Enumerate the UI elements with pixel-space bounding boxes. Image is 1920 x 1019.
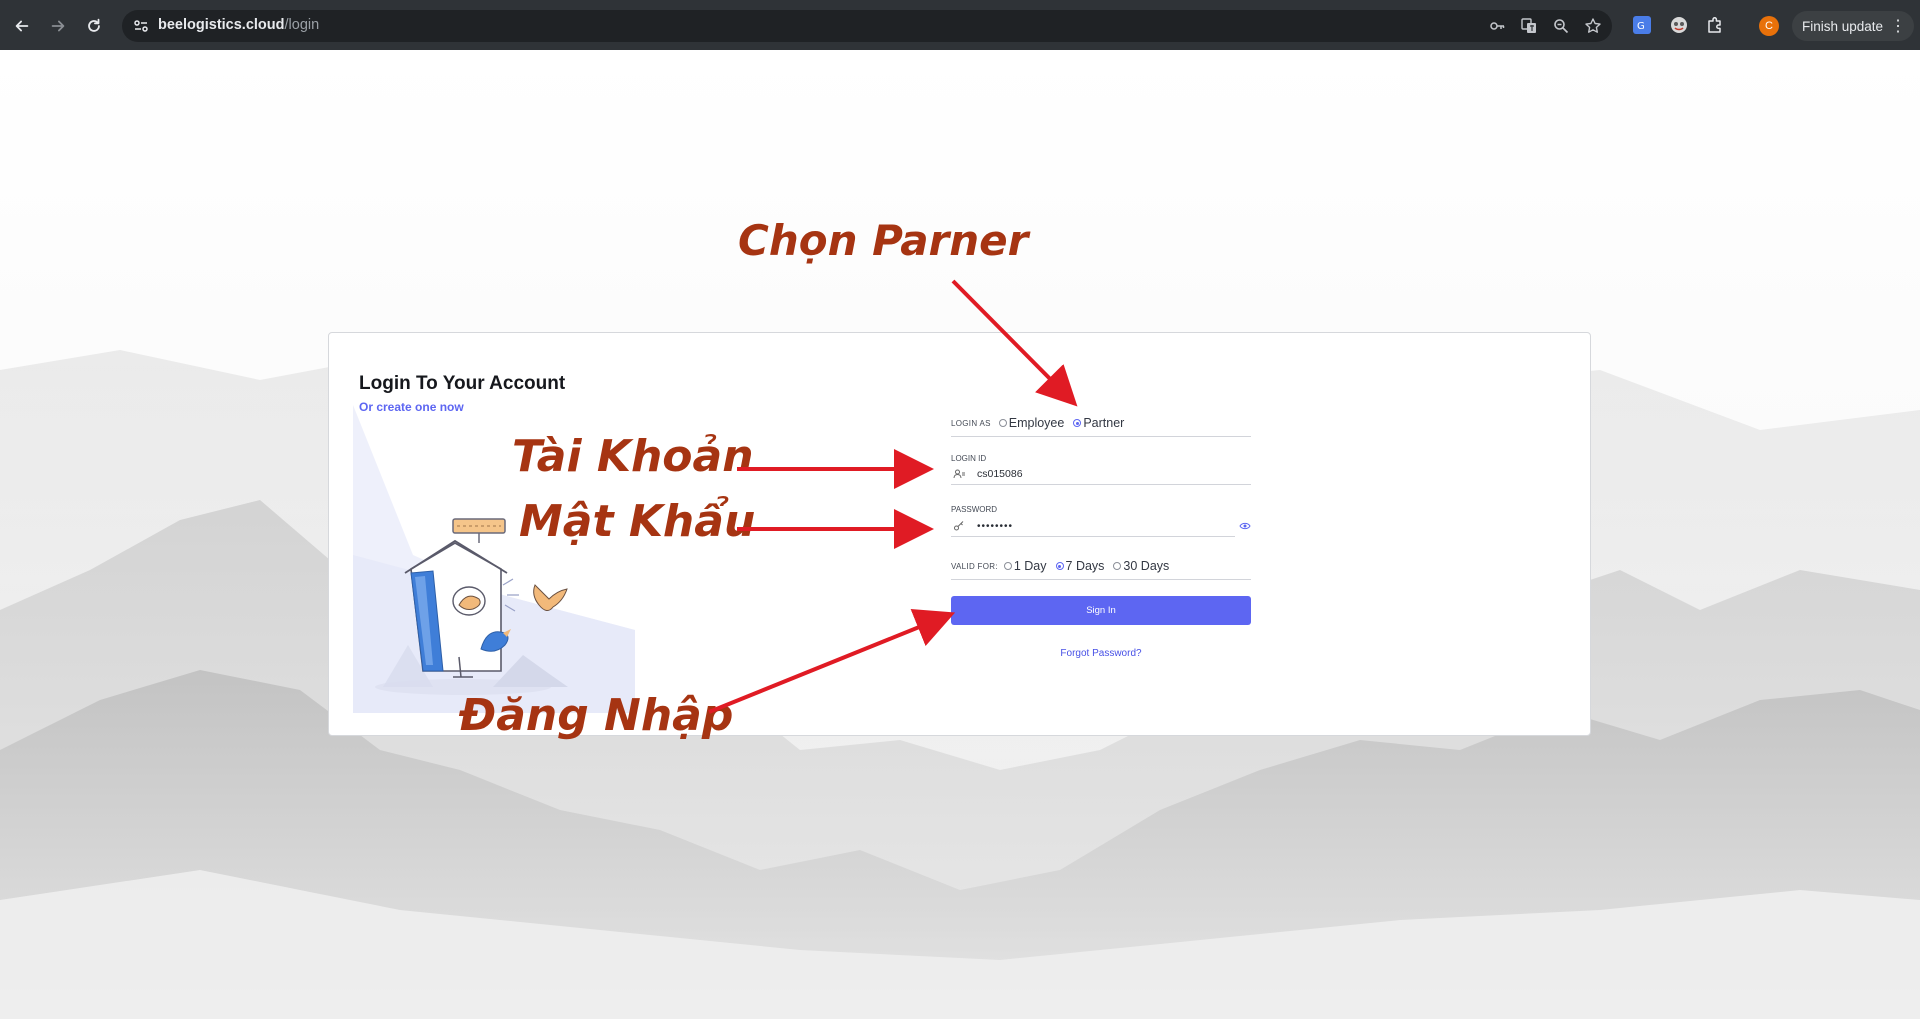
annotation-account: Tài Khoản (512, 431, 754, 482)
valid-7-days-option[interactable]: 7 Days (1055, 559, 1105, 573)
finish-update-button[interactable]: Finish update ⋮ (1792, 11, 1914, 41)
address-bar[interactable]: beelogistics.cloud/login (122, 10, 1612, 42)
forward-arrow-icon[interactable] (46, 14, 70, 38)
login-as-employee-option[interactable]: Employee (998, 416, 1065, 430)
user-icon (953, 469, 965, 479)
seven-days-radio[interactable] (1055, 562, 1064, 570)
seven-days-label: 7 Days (1065, 559, 1105, 573)
url-host: beelogistics.cloud (158, 17, 285, 33)
valid-for-label: VALID FOR: (951, 561, 998, 571)
valid-30-days-option[interactable]: 30 Days (1113, 559, 1169, 573)
valid-for-row: VALID FOR: 1 Day 7 Days 30 Days (951, 553, 1251, 580)
login-id-label: LOGIN ID (951, 454, 987, 463)
valid-1-day-option[interactable]: 1 Day (1003, 559, 1047, 573)
extensions-puzzle-icon[interactable] (1705, 15, 1725, 35)
partner-label: Partner (1083, 416, 1125, 430)
password-value[interactable]: •••••••• (977, 521, 1013, 532)
thirty-days-label: 30 Days (1123, 559, 1170, 573)
login-form: LOGIN AS Employee Partner LOGIN ID cs015… (951, 333, 1251, 737)
google-translate-extension-icon[interactable]: G (1632, 15, 1652, 35)
menu-dots-icon[interactable]: ⋮ (1890, 16, 1906, 36)
url-text[interactable]: beelogistics.cloud/login (158, 17, 319, 33)
login-title: Login To Your Account (359, 373, 566, 394)
login-as-row: LOGIN AS Employee Partner (951, 410, 1251, 437)
reload-icon[interactable] (82, 14, 106, 38)
password-field[interactable]: •••••••• (951, 516, 1235, 537)
key-icon (954, 521, 964, 531)
employee-radio[interactable] (998, 419, 1007, 427)
partner-radio[interactable] (1073, 419, 1082, 427)
employee-label: Employee (1008, 416, 1065, 430)
profile-avatar[interactable]: C (1759, 16, 1779, 36)
avatar-letter: C (1765, 20, 1773, 32)
annotation-choose-partner: Chọn Parner (738, 216, 1029, 265)
bookmark-star-icon[interactable] (1584, 17, 1602, 35)
annotation-login: Đăng Nhập (459, 690, 734, 741)
login-id-value[interactable]: cs015086 (977, 468, 1023, 480)
site-settings-icon[interactable] (132, 17, 150, 35)
svg-text:G: G (1637, 21, 1645, 32)
zoom-icon[interactable] (1552, 17, 1570, 35)
password-label: PASSWORD (951, 505, 998, 514)
back-arrow-icon[interactable] (10, 14, 34, 38)
login-as-label: LOGIN AS (951, 418, 991, 428)
extension-icon[interactable] (1669, 15, 1689, 35)
translate-icon[interactable] (1520, 17, 1538, 35)
annotation-password: Mật Khẩu (519, 496, 756, 547)
one-day-label: 1 Day (1013, 559, 1047, 573)
login-as-partner-option[interactable]: Partner (1073, 416, 1124, 430)
thirty-days-radio[interactable] (1113, 562, 1122, 570)
forgot-password-link[interactable]: Forgot Password? (951, 648, 1251, 659)
url-path: /login (284, 17, 320, 33)
login-card: Login To Your Account Or create one now … (328, 332, 1591, 736)
password-key-icon[interactable] (1488, 17, 1506, 35)
browser-toolbar: beelogistics.cloud/login G C Finish upda… (0, 0, 1920, 50)
show-password-eye-icon[interactable] (1239, 521, 1251, 531)
finish-update-label: Finish update (1802, 18, 1884, 34)
sign-in-button[interactable]: Sign In (951, 596, 1251, 625)
login-id-field[interactable]: cs015086 (951, 464, 1251, 485)
one-day-radio[interactable] (1003, 562, 1012, 570)
